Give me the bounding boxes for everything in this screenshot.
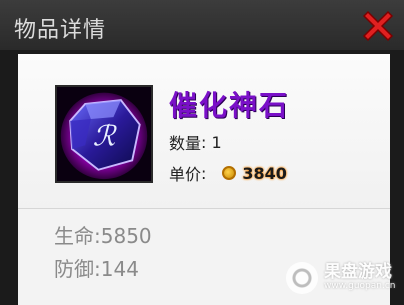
item-summary: ℛ 催化神石 数量 : 1 单价 : 3840 <box>18 54 390 209</box>
item-icon-frame: ℛ <box>55 85 153 183</box>
quantity-colon: : <box>201 132 212 152</box>
watermark-url: www.guopan.cn <box>324 281 396 292</box>
gold-coin-icon <box>222 166 237 180</box>
price-row: 单价 : 3840 <box>169 161 287 185</box>
window-title: 物品详情 <box>14 18 107 43</box>
watermark: 果盘游戏 www.guopan.cn <box>286 258 404 298</box>
watermark-logo-icon <box>286 262 318 294</box>
attribute-label: 防御 <box>54 257 94 281</box>
price-value: 3840 <box>242 163 287 183</box>
quantity-value: 1 <box>211 132 222 152</box>
price-colon: : <box>201 163 207 183</box>
purple-gem-icon: ℛ <box>57 87 151 181</box>
svg-text:ℛ: ℛ <box>93 119 118 152</box>
quantity-label: 数量 <box>169 134 202 153</box>
attribute-defense: 防御:144 <box>54 257 139 281</box>
close-icon[interactable] <box>358 6 398 46</box>
item-name: 催化神石 <box>169 89 290 122</box>
item-details-window: 物品详情 ℛ 催化神石 数量: 1 单价: 3840 生命:5850 防御:… <box>0 0 404 305</box>
attribute-life: 生命:5850 <box>54 224 152 248</box>
attribute-label: 生命 <box>54 224 94 248</box>
quantity-row: 数量 : 1 <box>169 130 222 154</box>
attribute-value: 5850 <box>100 224 152 248</box>
title-bar: 物品详情 <box>0 0 404 50</box>
attribute-value: 144 <box>100 257 139 281</box>
price-label: 单价 <box>169 165 202 184</box>
watermark-name: 果盘游戏 <box>324 262 392 283</box>
